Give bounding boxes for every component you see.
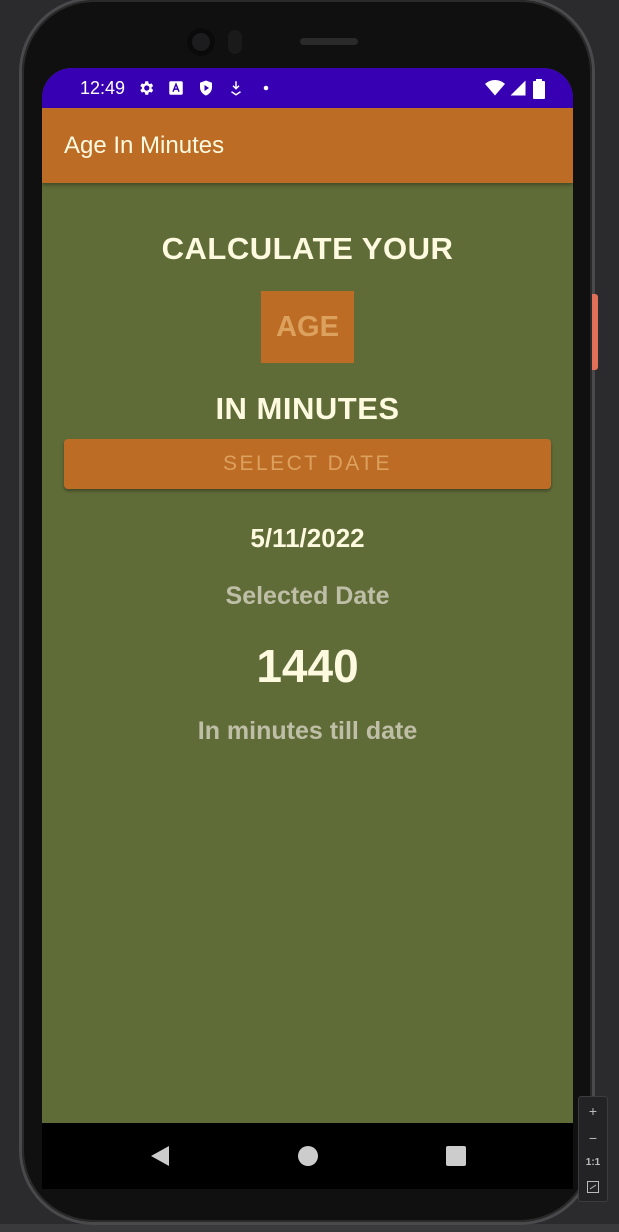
age-in-minutes-value: 1440 — [256, 640, 359, 692]
age-label: AGE — [276, 310, 339, 343]
gear-icon — [137, 79, 155, 97]
zoom-in-button[interactable]: + — [589, 1104, 597, 1118]
back-icon[interactable] — [140, 1136, 180, 1176]
cellular-icon — [509, 79, 527, 97]
front-camera — [187, 28, 215, 56]
navigation-bar — [42, 1123, 573, 1189]
home-icon[interactable] — [288, 1136, 328, 1176]
selected-date-caption: Selected Date — [225, 582, 390, 610]
emulator-bottom-strip — [0, 1224, 619, 1232]
earpiece-speaker — [300, 38, 358, 45]
emulator-stage: 12:49 Age In Minutes CALCULATE YOUR AGE … — [0, 0, 619, 1232]
app-bar: Age In Minutes — [42, 108, 573, 183]
power-button[interactable] — [592, 294, 598, 370]
zoom-actual-size-button[interactable]: 1:1 — [586, 1157, 600, 1168]
heading-in-minutes: IN MINUTES — [215, 391, 400, 426]
status-bar: 12:49 — [42, 68, 573, 108]
dot-icon — [257, 79, 275, 97]
minutes-caption: In minutes till date — [197, 717, 418, 745]
fit-screen-icon[interactable] — [587, 1180, 599, 1195]
selected-date-value: 5/11/2022 — [250, 523, 365, 553]
recents-icon[interactable] — [436, 1136, 476, 1176]
main-content: CALCULATE YOUR AGE IN MINUTES SELECT DAT… — [42, 183, 573, 746]
zoom-out-button[interactable]: − — [589, 1131, 597, 1145]
heading-calculate-your: CALCULATE YOUR — [161, 231, 454, 266]
font-a-icon — [167, 79, 185, 97]
proximity-sensor — [228, 30, 242, 54]
status-time: 12:49 — [80, 77, 126, 98]
download-icon — [227, 79, 245, 97]
age-label-box: AGE — [261, 291, 354, 363]
select-date-button[interactable]: SELECT DATE — [64, 439, 551, 489]
device-screen: 12:49 Age In Minutes CALCULATE YOUR AGE … — [42, 68, 573, 1188]
battery-icon — [533, 79, 545, 99]
app-title: Age In Minutes — [64, 131, 225, 159]
shield-play-icon — [197, 79, 215, 97]
emulator-zoom-controls: + − 1:1 — [578, 1096, 608, 1202]
wifi-icon — [485, 79, 505, 97]
